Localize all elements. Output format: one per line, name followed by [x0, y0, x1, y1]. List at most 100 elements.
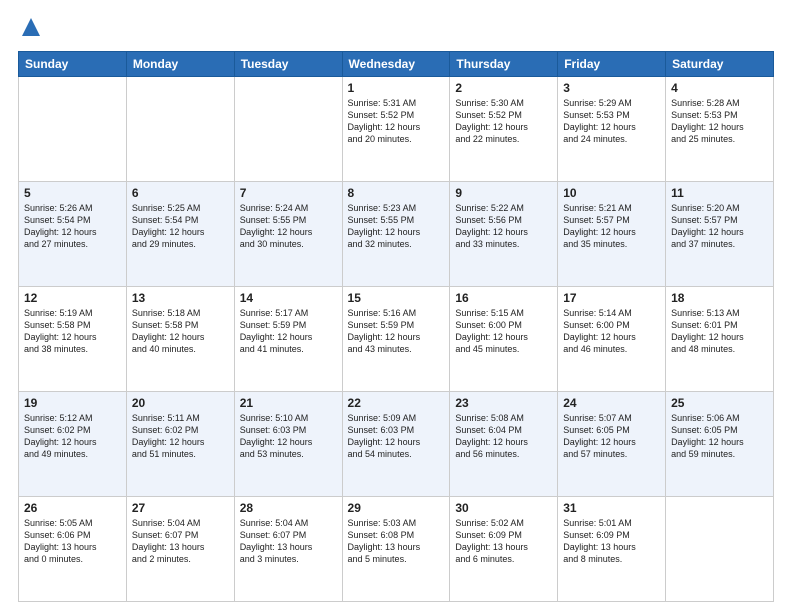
day-info: Sunrise: 5:06 AM Sunset: 6:05 PM Dayligh…	[671, 412, 768, 461]
calendar-cell: 23 Sunrise: 5:08 AM Sunset: 6:04 PM Dayli…	[450, 391, 558, 496]
day-number: 7	[240, 186, 337, 200]
calendar-cell: 24Sunrise: 5:07 AM Sunset: 6:05 PM Dayli…	[558, 391, 666, 496]
day-info: Sunrise: 5:19 AM Sunset: 5:58 PM Dayligh…	[24, 307, 121, 356]
calendar-cell: 7 Sunrise: 5:24 AM Sunset: 5:55 PM Daylig…	[234, 181, 342, 286]
calendar-cell: 13Sunrise: 5:18 AM Sunset: 5:58 PM Dayli…	[126, 286, 234, 391]
calendar-cell	[666, 496, 774, 601]
day-number: 4	[671, 81, 768, 95]
weekday-header-wednesday: Wednesday	[342, 51, 450, 76]
calendar-cell	[126, 76, 234, 181]
day-info: Sunrise: 5:08 AM Sunset: 6:04 PM Dayligh…	[455, 412, 552, 461]
calendar-cell: 25Sunrise: 5:06 AM Sunset: 6:05 PM Dayli…	[666, 391, 774, 496]
day-info: Sunrise: 5:12 AM Sunset: 6:02 PM Dayligh…	[24, 412, 121, 461]
day-info: Sunrise: 5:16 AM Sunset: 5:59 PM Dayligh…	[348, 307, 445, 356]
calendar-cell: 6 Sunrise: 5:25 AM Sunset: 5:54 PM Daylig…	[126, 181, 234, 286]
weekday-header-row: SundayMondayTuesdayWednesdayThursdayFrid…	[19, 51, 774, 76]
logo-icon	[20, 16, 42, 38]
day-info: Sunrise: 5:10 AM Sunset: 6:03 PM Dayligh…	[240, 412, 337, 461]
calendar-cell: 31Sunrise: 5:01 AM Sunset: 6:09 PM Dayli…	[558, 496, 666, 601]
day-info: Sunrise: 5:25 AM Sunset: 5:54 PM Dayligh…	[132, 202, 229, 251]
day-info: Sunrise: 5:03 AM Sunset: 6:08 PM Dayligh…	[348, 517, 445, 566]
calendar-cell: 2 Sunrise: 5:30 AM Sunset: 5:52 PM Daylig…	[450, 76, 558, 181]
calendar-table: SundayMondayTuesdayWednesdayThursdayFrid…	[18, 51, 774, 602]
day-info: Sunrise: 5:21 AM Sunset: 5:57 PM Dayligh…	[563, 202, 660, 251]
day-number: 30	[455, 501, 552, 515]
day-number: 23	[455, 396, 552, 410]
calendar-cell: 27Sunrise: 5:04 AM Sunset: 6:07 PM Dayli…	[126, 496, 234, 601]
calendar-cell: 10Sunrise: 5:21 AM Sunset: 5:57 PM Dayli…	[558, 181, 666, 286]
day-info: Sunrise: 5:23 AM Sunset: 5:55 PM Dayligh…	[348, 202, 445, 251]
calendar-week-3: 19 Sunrise: 5:12 AM Sunset: 6:02 PM Dayli…	[19, 391, 774, 496]
logo	[18, 20, 42, 43]
day-info: Sunrise: 5:05 AM Sunset: 6:06 PM Dayligh…	[24, 517, 121, 566]
day-info: Sunrise: 5:11 AM Sunset: 6:02 PM Dayligh…	[132, 412, 229, 461]
day-number: 5	[24, 186, 121, 200]
day-number: 8	[348, 186, 445, 200]
calendar-cell: 29 Sunrise: 5:03 AM Sunset: 6:08 PM Dayli…	[342, 496, 450, 601]
day-info: Sunrise: 5:17 AM Sunset: 5:59 PM Dayligh…	[240, 307, 337, 356]
day-number: 22	[348, 396, 445, 410]
day-info: Sunrise: 5:29 AM Sunset: 5:53 PM Dayligh…	[563, 97, 660, 146]
calendar-cell: 12 Sunrise: 5:19 AM Sunset: 5:58 PM Dayli…	[19, 286, 127, 391]
day-number: 2	[455, 81, 552, 95]
calendar-week-1: 5 Sunrise: 5:26 AM Sunset: 5:54 PM Daylig…	[19, 181, 774, 286]
day-number: 28	[240, 501, 337, 515]
day-number: 17	[563, 291, 660, 305]
calendar-cell	[19, 76, 127, 181]
day-info: Sunrise: 5:02 AM Sunset: 6:09 PM Dayligh…	[455, 517, 552, 566]
calendar-cell: 18Sunrise: 5:13 AM Sunset: 6:01 PM Dayli…	[666, 286, 774, 391]
day-info: Sunrise: 5:14 AM Sunset: 6:00 PM Dayligh…	[563, 307, 660, 356]
day-number: 16	[455, 291, 552, 305]
weekday-header-thursday: Thursday	[450, 51, 558, 76]
day-number: 24	[563, 396, 660, 410]
calendar-cell: 26Sunrise: 5:05 AM Sunset: 6:06 PM Dayli…	[19, 496, 127, 601]
weekday-header-friday: Friday	[558, 51, 666, 76]
calendar-week-0: 1 Sunrise: 5:31 AM Sunset: 5:52 PM Daylig…	[19, 76, 774, 181]
calendar-cell: 19 Sunrise: 5:12 AM Sunset: 6:02 PM Dayli…	[19, 391, 127, 496]
calendar-cell: 30 Sunrise: 5:02 AM Sunset: 6:09 PM Dayli…	[450, 496, 558, 601]
calendar-cell: 28 Sunrise: 5:04 AM Sunset: 6:07 PM Dayli…	[234, 496, 342, 601]
day-number: 11	[671, 186, 768, 200]
day-number: 6	[132, 186, 229, 200]
day-info: Sunrise: 5:30 AM Sunset: 5:52 PM Dayligh…	[455, 97, 552, 146]
calendar-cell: 8 Sunrise: 5:23 AM Sunset: 5:55 PM Daylig…	[342, 181, 450, 286]
day-number: 1	[348, 81, 445, 95]
day-number: 12	[24, 291, 121, 305]
day-info: Sunrise: 5:04 AM Sunset: 6:07 PM Dayligh…	[240, 517, 337, 566]
day-info: Sunrise: 5:15 AM Sunset: 6:00 PM Dayligh…	[455, 307, 552, 356]
day-info: Sunrise: 5:18 AM Sunset: 5:58 PM Dayligh…	[132, 307, 229, 356]
calendar-cell: 14Sunrise: 5:17 AM Sunset: 5:59 PM Dayli…	[234, 286, 342, 391]
weekday-header-tuesday: Tuesday	[234, 51, 342, 76]
day-info: Sunrise: 5:26 AM Sunset: 5:54 PM Dayligh…	[24, 202, 121, 251]
day-number: 15	[348, 291, 445, 305]
header	[18, 16, 774, 43]
logo-text	[18, 20, 42, 43]
calendar-cell: 21 Sunrise: 5:10 AM Sunset: 6:03 PM Dayli…	[234, 391, 342, 496]
day-number: 20	[132, 396, 229, 410]
weekday-header-monday: Monday	[126, 51, 234, 76]
day-info: Sunrise: 5:20 AM Sunset: 5:57 PM Dayligh…	[671, 202, 768, 251]
day-info: Sunrise: 5:31 AM Sunset: 5:52 PM Dayligh…	[348, 97, 445, 146]
calendar-cell: 11 Sunrise: 5:20 AM Sunset: 5:57 PM Dayli…	[666, 181, 774, 286]
day-number: 19	[24, 396, 121, 410]
day-number: 31	[563, 501, 660, 515]
day-number: 21	[240, 396, 337, 410]
calendar-cell: 5 Sunrise: 5:26 AM Sunset: 5:54 PM Daylig…	[19, 181, 127, 286]
day-number: 3	[563, 81, 660, 95]
day-number: 9	[455, 186, 552, 200]
day-info: Sunrise: 5:22 AM Sunset: 5:56 PM Dayligh…	[455, 202, 552, 251]
calendar-cell: 17 Sunrise: 5:14 AM Sunset: 6:00 PM Dayli…	[558, 286, 666, 391]
weekday-header-saturday: Saturday	[666, 51, 774, 76]
calendar-cell: 4 Sunrise: 5:28 AM Sunset: 5:53 PM Daylig…	[666, 76, 774, 181]
calendar-cell: 9 Sunrise: 5:22 AM Sunset: 5:56 PM Daylig…	[450, 181, 558, 286]
day-info: Sunrise: 5:13 AM Sunset: 6:01 PM Dayligh…	[671, 307, 768, 356]
day-info: Sunrise: 5:28 AM Sunset: 5:53 PM Dayligh…	[671, 97, 768, 146]
calendar-cell: 16 Sunrise: 5:15 AM Sunset: 6:00 PM Dayli…	[450, 286, 558, 391]
day-info: Sunrise: 5:24 AM Sunset: 5:55 PM Dayligh…	[240, 202, 337, 251]
calendar-cell	[234, 76, 342, 181]
calendar-cell: 1 Sunrise: 5:31 AM Sunset: 5:52 PM Daylig…	[342, 76, 450, 181]
calendar-cell: 22Sunrise: 5:09 AM Sunset: 6:03 PM Dayli…	[342, 391, 450, 496]
calendar-week-2: 12 Sunrise: 5:19 AM Sunset: 5:58 PM Dayli…	[19, 286, 774, 391]
day-number: 29	[348, 501, 445, 515]
calendar-cell: 20 Sunrise: 5:11 AM Sunset: 6:02 PM Dayli…	[126, 391, 234, 496]
